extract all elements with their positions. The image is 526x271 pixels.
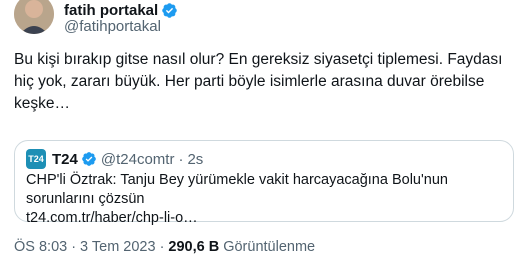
author-name[interactable]: fatih portakal xyxy=(64,2,158,19)
quoted-verified-badge-icon xyxy=(81,151,97,167)
author-avatar[interactable] xyxy=(14,0,54,34)
separator-dot: · xyxy=(178,150,184,168)
tweet-meta: ÖS 8:03 · 3 Tem 2023 · 290,6 B Görüntüle… xyxy=(14,239,315,255)
verified-badge-icon xyxy=(161,2,178,19)
separator-dot: · xyxy=(71,239,77,255)
author-name-line: fatih portakal xyxy=(64,0,178,20)
avatar-photo xyxy=(14,0,54,34)
view-count-label: Görüntülenme xyxy=(223,239,316,255)
separator-dot: · xyxy=(159,239,165,255)
quoted-author-handle[interactable]: @t24comtr xyxy=(101,151,175,168)
view-count: 290,6 B xyxy=(168,239,220,255)
quoted-tweet-body: CHP'li Öztrak: Tanju Bey yürümekle vakit… xyxy=(26,171,506,228)
quoted-tweet-text: CHP'li Öztrak: Tanju Bey yürümekle vakit… xyxy=(26,172,448,207)
tweet-time[interactable]: ÖS 8:03 xyxy=(14,239,67,255)
author-handle[interactable]: @fatihportakal xyxy=(64,18,161,35)
quoted-tweet-card[interactable]: T24 T24 @t24comtr · 2s CHP'li Öztrak: Ta… xyxy=(14,140,514,226)
t24-avatar-logo[interactable]: T24 xyxy=(26,149,46,169)
tweet-date[interactable]: 3 Tem 2023 xyxy=(80,239,156,255)
quoted-author-name[interactable]: T24 xyxy=(52,151,78,168)
tweet-text: Bu kişi bırakıp gitse nasıl olur? En ger… xyxy=(14,51,503,112)
quoted-tweet-link[interactable]: t24.com.tr/haber/chp-li-o… xyxy=(26,209,506,228)
quoted-tweet-header: T24 T24 @t24comtr · 2s xyxy=(26,149,203,169)
quoted-tweet-time[interactable]: 2s xyxy=(187,151,203,168)
